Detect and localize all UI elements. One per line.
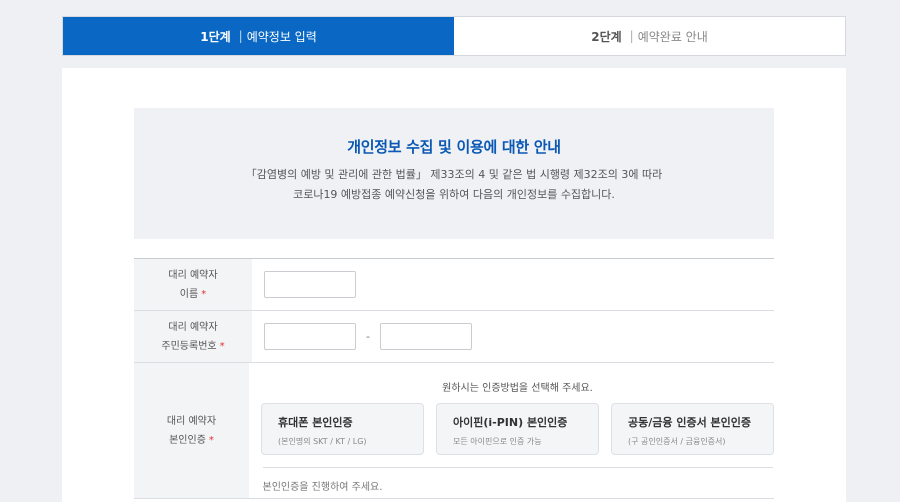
name-input[interactable] xyxy=(264,271,356,298)
rrn-separator: - xyxy=(366,330,370,343)
required-mark: * xyxy=(219,340,225,352)
certificate-cert-sub: (구 공인인증서 / 금융인증서) xyxy=(628,437,726,446)
rrn-row: 대리 예약자 주민등록번호 * - xyxy=(134,311,774,363)
step-2: 2단계 | 예약완료 안내 xyxy=(454,17,845,55)
cert-label-line-1: 대리 예약자 xyxy=(166,415,217,427)
cert-status: 본인인증을 진행하여 주세요. xyxy=(262,467,773,493)
step-1-label: 예약정보 입력 xyxy=(246,29,317,44)
step-2-separator: | xyxy=(629,29,634,43)
cert-cell: 원하시는 인증방법을 선택해 주세요. 휴대폰 본인인증 (본인명의 SKT /… xyxy=(249,363,774,498)
rrn-label: 대리 예약자 주민등록번호 * xyxy=(134,311,252,362)
name-label: 대리 예약자 이름 * xyxy=(134,259,252,310)
cert-row: 대리 예약자 본인인증 * 원하시는 인증방법을 선택해 주세요. 휴대폰 본인인… xyxy=(134,363,774,499)
rrn-back-input[interactable] xyxy=(379,323,472,350)
ipin-cert-button[interactable]: 아이핀(i-PIN) 본인인증 모든 아이핀으로 인증 가능 xyxy=(436,403,599,455)
required-mark: * xyxy=(208,434,214,446)
required-mark: * xyxy=(201,288,207,300)
name-label-line-2-wrap: 이름 * xyxy=(180,285,206,304)
step-1: 1단계 | 예약정보 입력 xyxy=(63,17,454,55)
cert-hint: 원하시는 인증방법을 선택해 주세요. xyxy=(442,383,593,394)
certificate-cert-title: 공동/금융 인증서 본인인증 xyxy=(628,416,751,429)
notice-line-2: 코로나19 예방접종 예약신청을 위하여 다음의 개인정보를 수집합니다. xyxy=(293,188,615,201)
name-row: 대리 예약자 이름 * xyxy=(134,259,774,311)
cert-label-line-2: 본인인증 xyxy=(169,434,206,446)
step-indicator: 1단계 | 예약정보 입력 2단계 | 예약완료 안내 xyxy=(62,16,846,56)
notice-line-1: 「감염병의 예방 및 관리에 관한 법률」 제33조의 4 및 같은 법 시행령… xyxy=(245,168,663,181)
name-label-line-2: 이름 xyxy=(179,288,199,300)
step-2-label: 예약완료 안내 xyxy=(637,29,708,44)
name-cell xyxy=(252,259,774,310)
rrn-cell: - xyxy=(252,311,774,362)
ipin-cert-title: 아이핀(i-PIN) 본인인증 xyxy=(453,416,568,429)
step-1-number: 1단계 xyxy=(200,29,231,44)
cert-options: 휴대폰 본인인증 (본인명의 SKT / KT / LG) 아이핀(i-PIN)… xyxy=(261,403,774,455)
step-1-separator: | xyxy=(238,29,243,43)
cert-label-line-2-wrap: 본인인증 * xyxy=(169,431,214,450)
content-panel: 개인정보 수집 및 이용에 대한 안내 「감염병의 예방 및 관리에 관한 법률… xyxy=(62,68,846,502)
rrn-label-line-2-wrap: 주민등록번호 * xyxy=(161,337,224,356)
rrn-label-line-1: 대리 예약자 xyxy=(168,321,218,333)
reservation-form: 대리 예약자 이름 * 대리 예약자 주민등록번호 * - 대리 예약자 본인인증 * xyxy=(134,258,774,499)
step-2-number: 2단계 xyxy=(591,29,622,44)
rrn-front-input[interactable] xyxy=(264,323,356,350)
notice-title: 개인정보 수집 및 이용에 대한 안내 xyxy=(347,138,561,156)
cert-label: 대리 예약자 본인인증 * xyxy=(134,363,249,498)
phone-cert-title: 휴대폰 본인인증 xyxy=(278,416,353,429)
phone-cert-sub: (본인명의 SKT / KT / LG) xyxy=(278,437,367,446)
certificate-cert-button[interactable]: 공동/금융 인증서 본인인증 (구 공인인증서 / 금융인증서) xyxy=(611,403,774,455)
rrn-label-line-2: 주민등록번호 xyxy=(161,340,217,352)
ipin-cert-sub: 모든 아이핀으로 인증 가능 xyxy=(453,437,542,446)
notice-text: 「감염병의 예방 및 관리에 관한 법률」 제33조의 4 및 같은 법 시행령… xyxy=(134,165,774,205)
privacy-notice: 개인정보 수집 및 이용에 대한 안내 「감염병의 예방 및 관리에 관한 법률… xyxy=(134,108,774,239)
phone-cert-button[interactable]: 휴대폰 본인인증 (본인명의 SKT / KT / LG) xyxy=(261,403,424,455)
name-label-line-1: 대리 예약자 xyxy=(168,269,218,281)
